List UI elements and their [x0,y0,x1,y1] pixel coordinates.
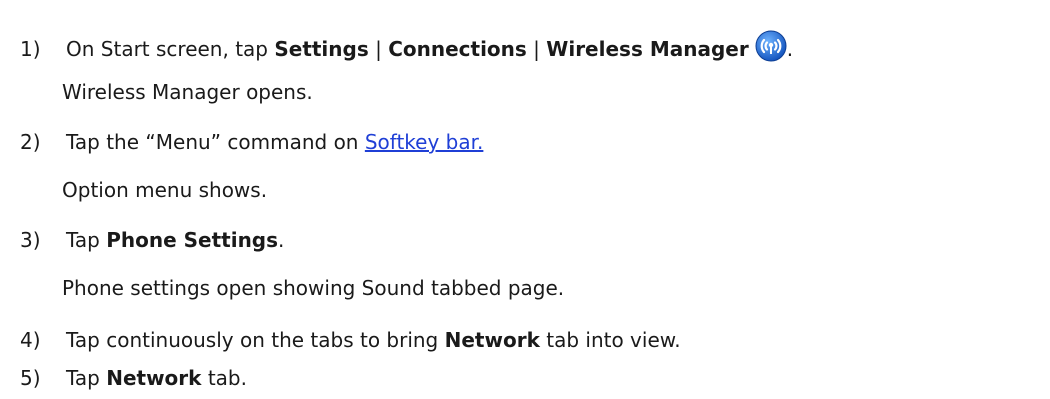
step-5-text: Tap [66,366,107,390]
step-3-result: Phone settings open showing Sound tabbed… [62,276,565,300]
step-4-number: 4) [20,328,41,352]
step-4-text: Tap continuously on the tabs to bring [66,328,445,352]
step-2-line: 2) Tap the “Menu” command on Softkey bar. [20,128,483,156]
softkey-bar-link[interactable]: Softkey bar [365,130,477,154]
step-2-text: Tap the “Menu” command on [66,130,365,154]
step-1-line: 1) On Start screen, tap Settings | Connec… [20,30,793,63]
step-5-line: 5) Tap Network tab. [20,364,247,392]
step-3-number: 3) [20,228,41,252]
step-2-result: Option menu shows. [62,178,268,202]
step-1-result: Wireless Manager opens. [62,80,313,104]
step-4-suffix: tab into view. [539,328,681,352]
step-1-settings-label: Settings [274,37,369,61]
step-1-connections-label: Connections [388,37,527,61]
step-1-separator-2: | [526,37,547,61]
step-4-network-label: Network [444,328,540,352]
step-3-text: Tap [66,228,107,252]
step-3-phone-settings-label: Phone Settings [106,228,279,252]
step-1-period: . [786,37,794,61]
step-1-number: 1) [20,37,41,61]
step-2-period: . [477,130,484,154]
step-1-separator-1: | [368,37,389,61]
wireless-manager-icon [755,30,787,62]
step-3-line: 3) Tap Phone Settings. [20,226,284,254]
step-1-wireless-manager-label: Wireless Manager [546,37,749,61]
step-3-period: . [278,228,285,252]
step-2-number: 2) [20,130,41,154]
step-4-line: 4) Tap continuously on the tabs to bring … [20,326,681,354]
step-5-network-label: Network [106,366,202,390]
step-1-text: On Start screen, tap [66,37,275,61]
step-5-suffix: tab. [201,366,247,390]
step-5-number: 5) [20,366,41,390]
